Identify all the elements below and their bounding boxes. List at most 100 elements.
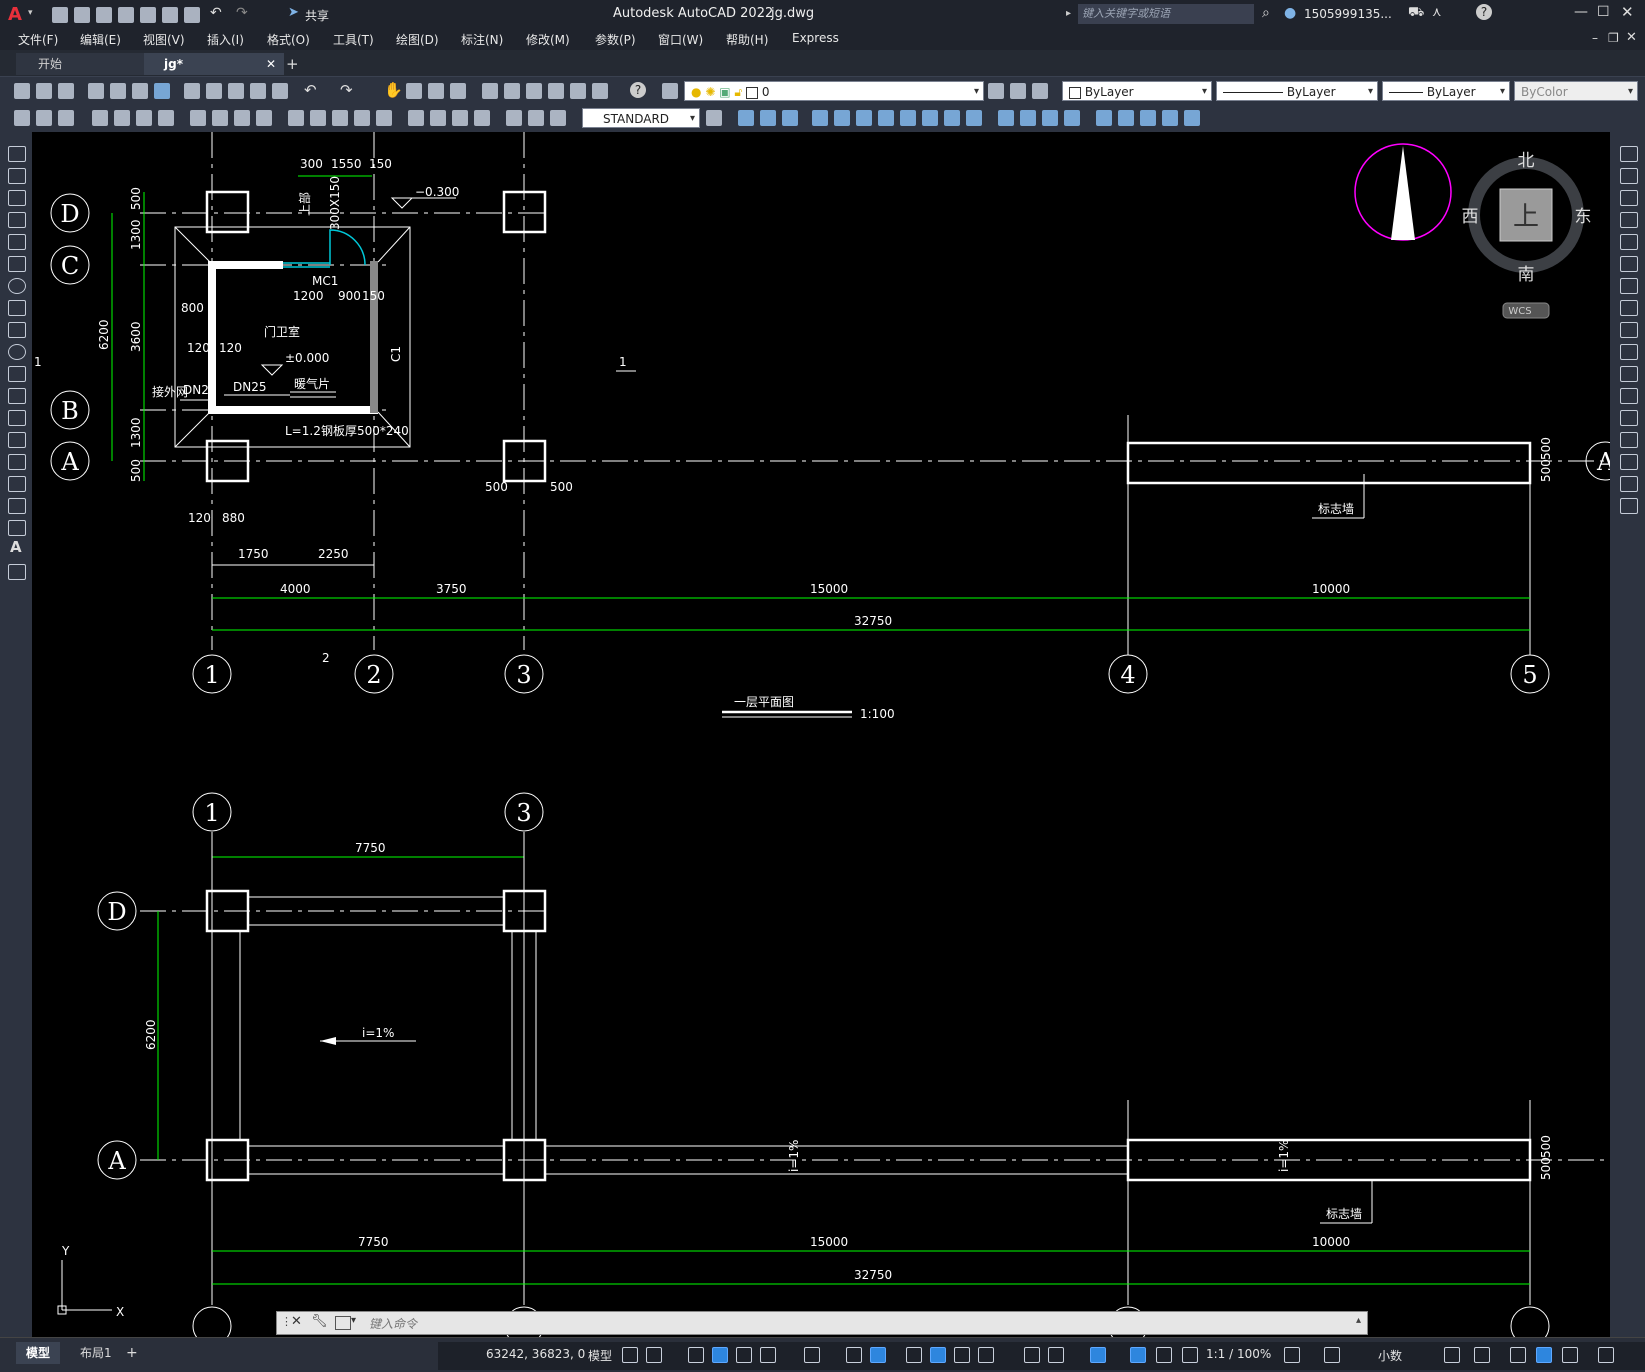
tab-layout1[interactable]: 布局1 (70, 1342, 122, 1364)
extrude-faces-icon[interactable] (812, 110, 828, 126)
share-button[interactable]: 共享 (305, 7, 329, 24)
viewcube-north[interactable]: 北 (1518, 151, 1535, 171)
app-menu-chevron-icon[interactable]: ▾ (28, 8, 33, 18)
save-file-icon[interactable] (58, 83, 74, 99)
inspect-icon[interactable] (452, 110, 468, 126)
tab-start[interactable]: 开始 (16, 53, 160, 75)
ellipse-icon[interactable] (8, 344, 26, 360)
dim-edit-icon[interactable] (506, 110, 522, 126)
cmd-input[interactable]: 键入命令 (369, 1315, 417, 1332)
open-web-icon[interactable] (140, 7, 156, 23)
make-current-icon[interactable] (988, 83, 1004, 99)
polar-tracking-icon[interactable] (760, 1347, 776, 1363)
mirror-icon[interactable] (1620, 190, 1638, 206)
sheet-set-icon[interactable] (548, 83, 564, 99)
menu-modify[interactable]: 修改(M) (526, 31, 570, 48)
coordinates-readout[interactable]: 63242, 36823, 0 (486, 1347, 585, 1361)
tab-model[interactable]: 模型 (16, 1342, 61, 1364)
print-preview-icon[interactable] (110, 83, 126, 99)
copy-icon[interactable] (206, 83, 222, 99)
cmd-history-icon[interactable]: ▴ (1356, 1315, 1361, 1326)
zoom-realtime-icon[interactable] (406, 83, 422, 99)
drawing-canvas[interactable]: .g{stroke:#00ff00;stroke-width:1;fill:no… (32, 132, 1610, 1337)
menu-view[interactable]: 视图(V) (143, 31, 185, 48)
maximize-icon[interactable]: ☐ (1597, 4, 1610, 20)
isometric-icon[interactable] (804, 1347, 820, 1363)
dim-space-icon[interactable] (354, 110, 370, 126)
annotation-monitor-icon[interactable] (1324, 1347, 1340, 1363)
shell-icon[interactable] (1064, 110, 1080, 126)
menu-dimension[interactable]: 标注(N) (461, 31, 503, 48)
cmd-recent-chevron-icon[interactable]: ▾ (351, 1315, 356, 1326)
multi-layout-icon[interactable] (58, 110, 74, 126)
zoom-window-icon[interactable] (428, 83, 444, 99)
line-icon[interactable] (8, 146, 26, 162)
section-icon[interactable] (1162, 110, 1178, 126)
ordinate-dim-icon[interactable] (158, 110, 174, 126)
save-as-icon[interactable] (118, 7, 134, 23)
rotate-icon[interactable] (1620, 278, 1638, 294)
make-block-icon[interactable] (8, 410, 26, 426)
dynamic-ucs-icon[interactable] (1024, 1347, 1040, 1363)
3d-print-icon[interactable] (154, 83, 170, 99)
share-icon[interactable]: ➤ (288, 5, 299, 20)
lock-ui-icon[interactable] (1474, 1347, 1490, 1363)
chamfer-icon[interactable] (1620, 432, 1638, 448)
array-icon[interactable] (1620, 234, 1638, 250)
fillet-icon[interactable] (1620, 454, 1638, 470)
doc-close-icon[interactable]: ✕ (1626, 30, 1637, 45)
layer-properties-icon[interactable] (662, 83, 678, 99)
dim-break-icon[interactable] (376, 110, 392, 126)
search-input[interactable]: 键入关键字或短语 (1078, 4, 1254, 24)
menu-help[interactable]: 帮助(H) (726, 31, 768, 48)
trim-icon[interactable] (1620, 344, 1638, 360)
tab-jg[interactable]: jg* ✕ (144, 53, 284, 75)
extend-icon[interactable] (1620, 366, 1638, 382)
clean-icon[interactable] (1020, 110, 1036, 126)
add-layout-button[interactable]: + (126, 1342, 138, 1364)
ortho-icon[interactable] (736, 1347, 752, 1363)
auto-scale-icon[interactable] (1156, 1347, 1172, 1363)
linear-dim-icon[interactable] (92, 110, 108, 126)
extract-edges-icon[interactable] (1118, 110, 1134, 126)
undo-icon[interactable]: ↶ (210, 5, 222, 21)
polyline-icon[interactable] (8, 190, 26, 206)
copy-object-icon[interactable] (1620, 168, 1638, 184)
lineweight-dropdown[interactable]: ByLayer ▾ (1382, 81, 1510, 101)
tool-palettes-icon[interactable] (526, 83, 542, 99)
diameter-dim-icon[interactable] (234, 110, 250, 126)
arc-icon[interactable] (8, 256, 26, 272)
tab-close-icon[interactable]: ✕ (266, 53, 276, 75)
scale-icon[interactable] (1620, 300, 1638, 316)
separate-icon[interactable] (1042, 110, 1058, 126)
layer-previous-icon[interactable] (1010, 83, 1026, 99)
redo-tb-icon[interactable]: ↷ (340, 81, 353, 99)
move-faces-icon[interactable] (834, 110, 850, 126)
workspace-gear-icon[interactable] (1284, 1347, 1300, 1363)
menu-draw[interactable]: 绘图(D) (396, 31, 439, 48)
dynamic-input-icon[interactable] (712, 1347, 728, 1363)
layer-dropdown[interactable]: ● ✺ ▣ 🔓︎ 0 ▾ (684, 81, 984, 101)
redo-icon[interactable]: ↷ (236, 5, 248, 21)
grid-icon[interactable] (622, 1347, 638, 1363)
cmd-customize-icon[interactable]: 🔧︎ (311, 1314, 328, 1329)
command-line[interactable]: ⋮ ✕ 🔧︎ ▾ 键入命令 ▴ (276, 1311, 1368, 1335)
offset-icon[interactable] (1620, 212, 1638, 228)
a360-icon[interactable]: ⋏ (1432, 5, 1442, 20)
cut-icon[interactable] (184, 83, 200, 99)
check-icon[interactable] (1096, 110, 1112, 126)
open-file-icon[interactable] (36, 83, 52, 99)
dim-text-edit-icon[interactable] (528, 110, 544, 126)
3d-osnap-icon[interactable] (978, 1347, 994, 1363)
insert-block-icon[interactable] (8, 388, 26, 404)
baseline-dim-icon[interactable] (310, 110, 326, 126)
zoom-previous-icon[interactable] (450, 83, 466, 99)
cmd-recent-icon[interactable] (335, 1316, 351, 1330)
menu-format[interactable]: 格式(O) (267, 31, 310, 48)
move-icon[interactable] (1620, 256, 1638, 272)
point-icon[interactable] (8, 432, 26, 448)
sheet-icon[interactable] (14, 110, 30, 126)
transparency-icon[interactable] (930, 1347, 946, 1363)
hatch-icon[interactable] (8, 454, 26, 470)
help-icon[interactable]: ? (1476, 4, 1492, 20)
